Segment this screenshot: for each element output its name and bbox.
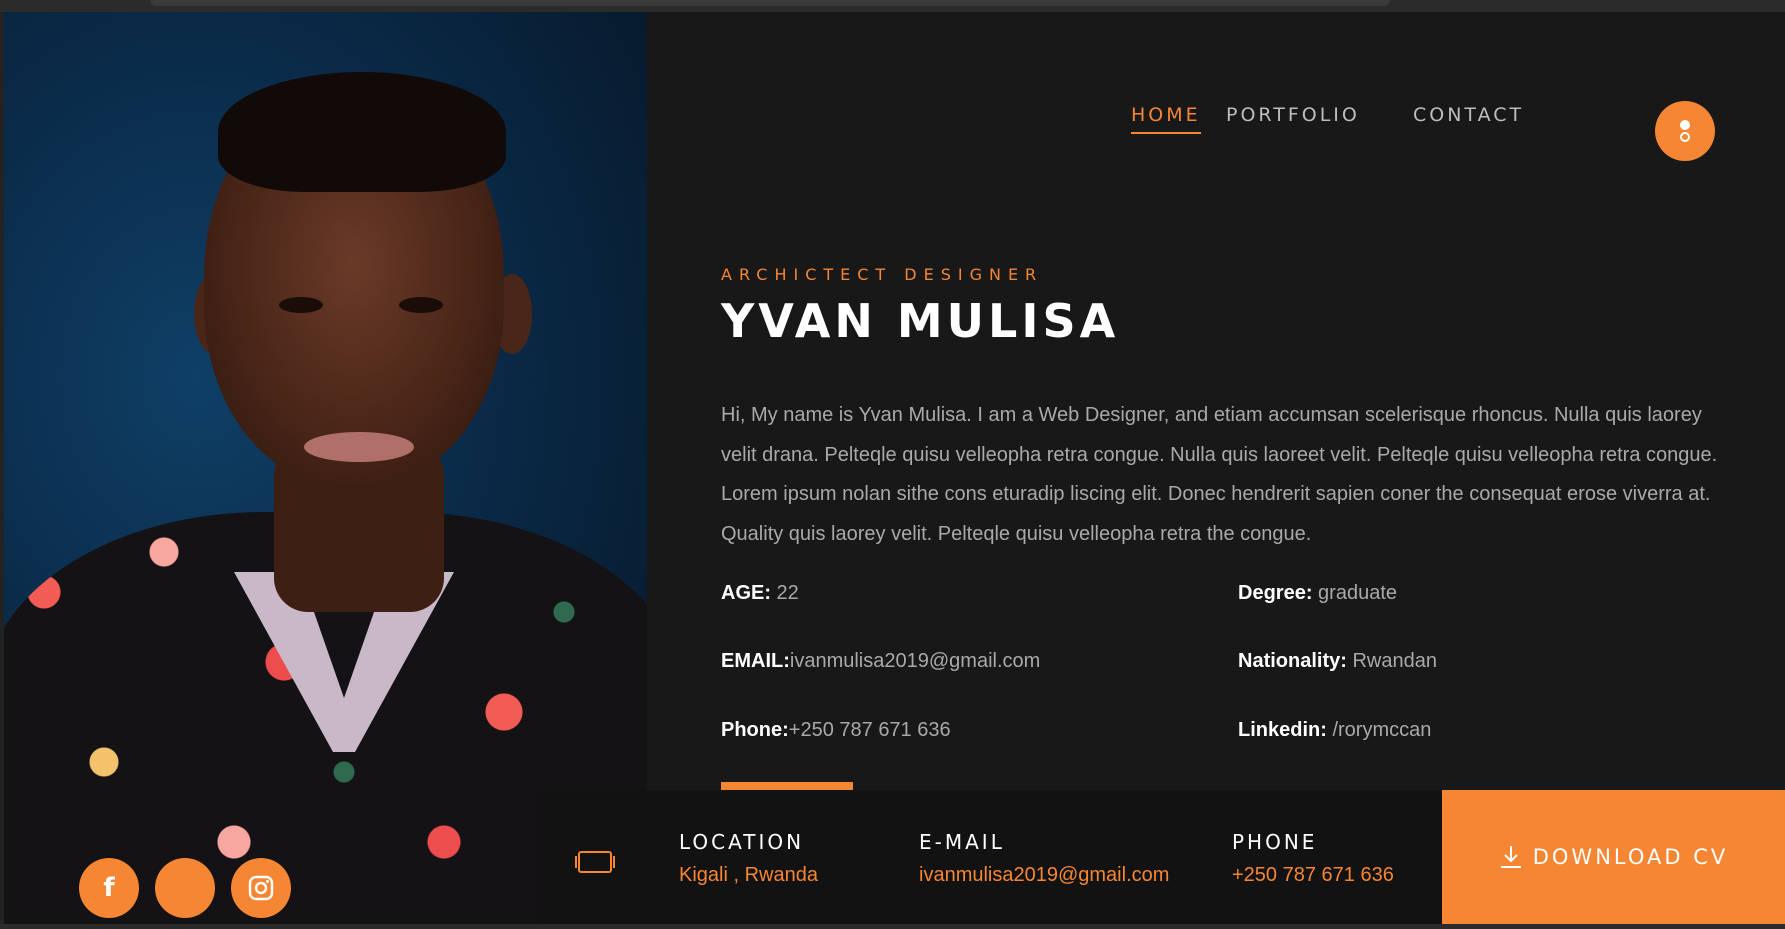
- hero-name: YVAN MULISA: [721, 294, 1120, 348]
- strip-location: LOCATION Kigali , Rwanda: [679, 830, 818, 887]
- menu-dots-icon: [1680, 120, 1690, 130]
- window-top-bar: [0, 0, 1785, 12]
- info-phone-value[interactable]: +250 787 671 636: [789, 719, 951, 741]
- info-age-label: AGE:: [721, 582, 771, 604]
- strip-phone: PHONE +250 787 671 636: [1232, 830, 1394, 887]
- download-icon: [1500, 846, 1521, 868]
- strip-location-value: Kigali , Rwanda: [679, 864, 818, 886]
- info-linkedin: Linkedin: /rorymccan: [1238, 719, 1431, 742]
- strip-location-label: LOCATION: [679, 830, 805, 854]
- download-cv-label: DOWNLOAD CV: [1532, 845, 1729, 869]
- facebook-icon: f: [103, 873, 115, 903]
- nav-home[interactable]: HOME: [1131, 104, 1201, 134]
- info-degree-value: graduate: [1312, 582, 1397, 604]
- info-age-value: 22: [771, 582, 799, 604]
- strip-phone-label: PHONE: [1232, 830, 1318, 854]
- info-age: AGE: 22: [721, 582, 799, 605]
- window-tab-strip: [150, 0, 1390, 6]
- tablet-icon: [575, 851, 615, 873]
- info-degree-label: Degree:: [1238, 582, 1313, 604]
- info-email: EMAIL:ivanmulisa2019@gmail.com: [721, 650, 1040, 673]
- menu-button[interactable]: [1655, 101, 1715, 161]
- browser-frame: HOME PORTFOLIO CONTACT ARCHICTECT DESIGN…: [0, 0, 1785, 929]
- info-nationality: Nationality: Rwandan: [1238, 650, 1437, 673]
- photo-hair: [218, 72, 506, 192]
- photo-eye-left: [279, 297, 323, 313]
- profile-photo: [4, 12, 647, 924]
- instagram-link[interactable]: [231, 858, 291, 918]
- info-email-value[interactable]: ivanmulisa2019@gmail.com: [790, 650, 1040, 672]
- twitter-link[interactable]: [155, 858, 215, 918]
- strip-email: E-MAIL ivanmulisa2019@gmail.com: [919, 830, 1169, 887]
- window-bottom-edge: [0, 924, 1785, 929]
- info-phone-label: Phone:: [721, 719, 789, 741]
- photo-mouth: [304, 432, 414, 462]
- info-degree: Degree: graduate: [1238, 582, 1397, 605]
- menu-dots-icon-lower: [1680, 132, 1690, 142]
- nav-contact[interactable]: CONTACT: [1413, 104, 1524, 126]
- photo-eye-right: [399, 297, 443, 313]
- strip-email-value[interactable]: ivanmulisa2019@gmail.com: [919, 864, 1169, 887]
- facebook-link[interactable]: f: [79, 858, 139, 918]
- instagram-icon: [248, 875, 274, 901]
- nav-portfolio[interactable]: PORTFOLIO: [1226, 104, 1360, 126]
- info-email-label: EMAIL:: [721, 650, 790, 672]
- info-linkedin-value[interactable]: /rorymccan: [1327, 719, 1431, 741]
- info-phone: Phone:+250 787 671 636: [721, 719, 951, 742]
- strip-email-label: E-MAIL: [919, 830, 1005, 854]
- contact-strip: LOCATION Kigali , Rwanda E-MAIL ivanmuli…: [541, 790, 1442, 924]
- info-nationality-value: Rwandan: [1346, 650, 1437, 672]
- hero-bio: Hi, My name is Yvan Mulisa. I am a Web D…: [721, 404, 1718, 545]
- info-linkedin-label: Linkedin:: [1238, 719, 1327, 741]
- info-nationality-label: Nationality:: [1238, 650, 1347, 672]
- strip-phone-value[interactable]: +250 787 671 636: [1232, 864, 1394, 887]
- hero-subtitle: ARCHICTECT DESIGNER: [721, 265, 1044, 284]
- resume-page: HOME PORTFOLIO CONTACT ARCHICTECT DESIGN…: [4, 12, 1785, 924]
- download-cv-button[interactable]: DOWNLOAD CV: [1442, 790, 1785, 924]
